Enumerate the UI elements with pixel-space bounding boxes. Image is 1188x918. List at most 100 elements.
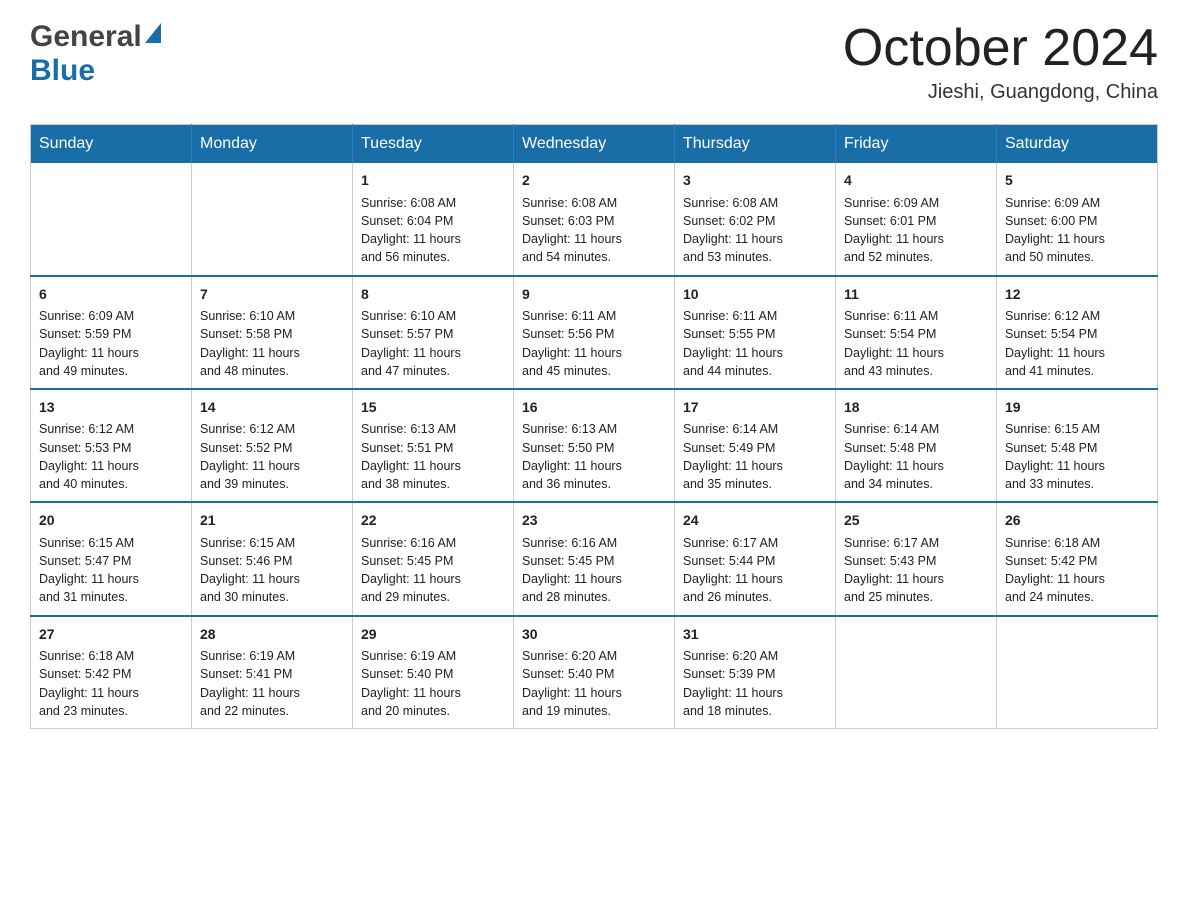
calendar-cell: 24Sunrise: 6:17 AM Sunset: 5:44 PM Dayli…	[675, 502, 836, 615]
day-info: Sunrise: 6:12 AM Sunset: 5:52 PM Dayligh…	[200, 422, 300, 491]
day-number: 28	[200, 625, 344, 645]
calendar-cell: 22Sunrise: 6:16 AM Sunset: 5:45 PM Dayli…	[353, 502, 514, 615]
calendar-cell: 7Sunrise: 6:10 AM Sunset: 5:58 PM Daylig…	[192, 276, 353, 389]
day-number: 22	[361, 511, 505, 531]
weekday-header-thursday: Thursday	[675, 125, 836, 164]
calendar-cell: 23Sunrise: 6:16 AM Sunset: 5:45 PM Dayli…	[514, 502, 675, 615]
calendar-cell: 12 Sunrise: 6:12 AM Sunset: 5:54 PM Dayli…	[997, 276, 1158, 389]
page-header: General Blue October 2024 Jieshi, Guangd…	[30, 20, 1158, 104]
calendar-cell: 9 Sunrise: 6:11 AM Sunset: 5:56 PM Daylig…	[514, 276, 675, 389]
logo: General Blue	[30, 20, 161, 88]
calendar-cell: 11 Sunrise: 6:11 AM Sunset: 5:54 PM Dayli…	[836, 276, 997, 389]
logo-blue-text: Blue	[30, 54, 95, 88]
day-info: Sunrise: 6:09 AM Sunset: 5:59 PM Dayligh…	[39, 309, 139, 378]
day-number: 29	[361, 625, 505, 645]
weekday-header-tuesday: Tuesday	[353, 125, 514, 164]
calendar-cell: 29 Sunrise: 6:19 AM Sunset: 5:40 PM Dayli…	[353, 616, 514, 729]
calendar-cell: 30Sunrise: 6:20 AM Sunset: 5:40 PM Dayli…	[514, 616, 675, 729]
calendar-cell: 15 Sunrise: 6:13 AM Sunset: 5:51 PM Dayli…	[353, 389, 514, 502]
day-number: 5	[1005, 171, 1149, 191]
day-info: Sunrise: 6:09 AM Sunset: 6:00 PM Dayligh…	[1005, 196, 1105, 265]
day-info: Sunrise: 6:19 AM Sunset: 5:41 PM Dayligh…	[200, 649, 300, 718]
day-number: 27	[39, 625, 183, 645]
day-number: 25	[844, 511, 988, 531]
calendar-cell: 4Sunrise: 6:09 AM Sunset: 6:01 PM Daylig…	[836, 163, 997, 275]
weekday-header-wednesday: Wednesday	[514, 125, 675, 164]
day-number: 14	[200, 398, 344, 418]
weekday-header-monday: Monday	[192, 125, 353, 164]
day-info: Sunrise: 6:15 AM Sunset: 5:48 PM Dayligh…	[1005, 422, 1105, 491]
calendar-week-row: 27 Sunrise: 6:18 AM Sunset: 5:42 PM Dayli…	[31, 616, 1158, 729]
day-info: Sunrise: 6:08 AM Sunset: 6:02 PM Dayligh…	[683, 196, 783, 265]
day-info: Sunrise: 6:17 AM Sunset: 5:43 PM Dayligh…	[844, 536, 944, 605]
calendar-cell: 26 Sunrise: 6:18 AM Sunset: 5:42 PM Dayli…	[997, 502, 1158, 615]
day-number: 3	[683, 171, 827, 191]
weekday-header-sunday: Sunday	[31, 125, 192, 164]
calendar-table: SundayMondayTuesdayWednesdayThursdayFrid…	[30, 124, 1158, 729]
calendar-week-row: 13Sunrise: 6:12 AM Sunset: 5:53 PM Dayli…	[31, 389, 1158, 502]
day-number: 18	[844, 398, 988, 418]
calendar-cell: 25 Sunrise: 6:17 AM Sunset: 5:43 PM Dayli…	[836, 502, 997, 615]
day-info: Sunrise: 6:15 AM Sunset: 5:47 PM Dayligh…	[39, 536, 139, 605]
day-info: Sunrise: 6:20 AM Sunset: 5:40 PM Dayligh…	[522, 649, 622, 718]
weekday-header-friday: Friday	[836, 125, 997, 164]
day-number: 7	[200, 285, 344, 305]
calendar-cell	[31, 163, 192, 275]
weekday-header-saturday: Saturday	[997, 125, 1158, 164]
day-info: Sunrise: 6:11 AM Sunset: 5:56 PM Dayligh…	[522, 309, 622, 378]
day-number: 4	[844, 171, 988, 191]
calendar-cell	[836, 616, 997, 729]
calendar-cell	[997, 616, 1158, 729]
day-info: Sunrise: 6:20 AM Sunset: 5:39 PM Dayligh…	[683, 649, 783, 718]
day-number: 16	[522, 398, 666, 418]
day-number: 8	[361, 285, 505, 305]
calendar-cell: 10Sunrise: 6:11 AM Sunset: 5:55 PM Dayli…	[675, 276, 836, 389]
day-number: 2	[522, 171, 666, 191]
day-number: 17	[683, 398, 827, 418]
day-number: 21	[200, 511, 344, 531]
calendar-week-row: 1Sunrise: 6:08 AM Sunset: 6:04 PM Daylig…	[31, 163, 1158, 275]
calendar-cell: 14 Sunrise: 6:12 AM Sunset: 5:52 PM Dayli…	[192, 389, 353, 502]
calendar-cell: 2 Sunrise: 6:08 AM Sunset: 6:03 PM Daylig…	[514, 163, 675, 275]
day-number: 6	[39, 285, 183, 305]
logo-general-text: General	[30, 20, 142, 54]
day-info: Sunrise: 6:08 AM Sunset: 6:03 PM Dayligh…	[522, 196, 622, 265]
day-info: Sunrise: 6:18 AM Sunset: 5:42 PM Dayligh…	[39, 649, 139, 718]
day-info: Sunrise: 6:18 AM Sunset: 5:42 PM Dayligh…	[1005, 536, 1105, 605]
day-info: Sunrise: 6:11 AM Sunset: 5:55 PM Dayligh…	[683, 309, 783, 378]
day-number: 26	[1005, 511, 1149, 531]
day-number: 31	[683, 625, 827, 645]
day-number: 24	[683, 511, 827, 531]
day-info: Sunrise: 6:13 AM Sunset: 5:50 PM Dayligh…	[522, 422, 622, 491]
calendar-cell: 31 Sunrise: 6:20 AM Sunset: 5:39 PM Dayli…	[675, 616, 836, 729]
day-info: Sunrise: 6:11 AM Sunset: 5:54 PM Dayligh…	[844, 309, 944, 378]
day-info: Sunrise: 6:12 AM Sunset: 5:54 PM Dayligh…	[1005, 309, 1105, 378]
calendar-cell	[192, 163, 353, 275]
calendar-cell: 17Sunrise: 6:14 AM Sunset: 5:49 PM Dayli…	[675, 389, 836, 502]
month-title: October 2024	[843, 20, 1158, 77]
calendar-cell: 1Sunrise: 6:08 AM Sunset: 6:04 PM Daylig…	[353, 163, 514, 275]
day-info: Sunrise: 6:19 AM Sunset: 5:40 PM Dayligh…	[361, 649, 461, 718]
calendar-cell: 18Sunrise: 6:14 AM Sunset: 5:48 PM Dayli…	[836, 389, 997, 502]
title-block: October 2024 Jieshi, Guangdong, China	[843, 20, 1158, 104]
day-number: 11	[844, 285, 988, 305]
calendar-cell: 6 Sunrise: 6:09 AM Sunset: 5:59 PM Daylig…	[31, 276, 192, 389]
day-number: 23	[522, 511, 666, 531]
day-number: 19	[1005, 398, 1149, 418]
weekday-header-row: SundayMondayTuesdayWednesdayThursdayFrid…	[31, 125, 1158, 164]
calendar-cell: 3 Sunrise: 6:08 AM Sunset: 6:02 PM Daylig…	[675, 163, 836, 275]
day-info: Sunrise: 6:13 AM Sunset: 5:51 PM Dayligh…	[361, 422, 461, 491]
day-number: 1	[361, 171, 505, 191]
calendar-cell: 13Sunrise: 6:12 AM Sunset: 5:53 PM Dayli…	[31, 389, 192, 502]
day-info: Sunrise: 6:10 AM Sunset: 5:57 PM Dayligh…	[361, 309, 461, 378]
calendar-cell: 19 Sunrise: 6:15 AM Sunset: 5:48 PM Dayli…	[997, 389, 1158, 502]
calendar-cell: 21 Sunrise: 6:15 AM Sunset: 5:46 PM Dayli…	[192, 502, 353, 615]
calendar-cell: 16 Sunrise: 6:13 AM Sunset: 5:50 PM Dayli…	[514, 389, 675, 502]
calendar-week-row: 6 Sunrise: 6:09 AM Sunset: 5:59 PM Daylig…	[31, 276, 1158, 389]
day-number: 9	[522, 285, 666, 305]
day-number: 12	[1005, 285, 1149, 305]
day-number: 15	[361, 398, 505, 418]
day-info: Sunrise: 6:15 AM Sunset: 5:46 PM Dayligh…	[200, 536, 300, 605]
day-number: 13	[39, 398, 183, 418]
calendar-week-row: 20Sunrise: 6:15 AM Sunset: 5:47 PM Dayli…	[31, 502, 1158, 615]
